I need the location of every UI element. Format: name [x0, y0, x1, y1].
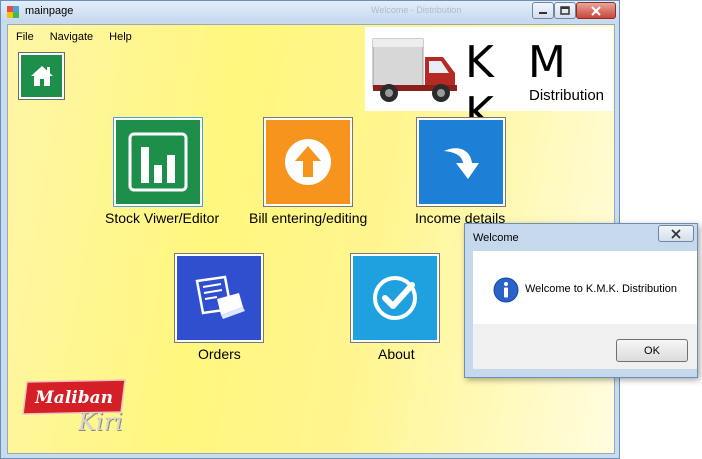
orders-label: Orders [198, 346, 241, 362]
welcome-dialog: Welcome Welcome to K.M.K. Distribution O… [464, 223, 698, 378]
orders-icon [195, 275, 245, 319]
dialog-title: Welcome [473, 232, 519, 244]
maliban-text: Maliban [34, 388, 113, 408]
close-button[interactable] [576, 2, 616, 19]
bar-chart-icon [128, 132, 188, 192]
title-bar[interactable]: mainpage Welcome - Distribution [1, 1, 619, 23]
minimize-icon [539, 11, 547, 14]
home-icon [30, 66, 53, 86]
menu-navigate[interactable]: Navigate [42, 27, 101, 47]
orders-tile[interactable] [174, 253, 264, 343]
company-logo: K M K Distribution [365, 27, 613, 139]
window-title: mainpage [25, 5, 74, 17]
logo-subtitle: Distribution [529, 87, 605, 104]
stock-viewer-tile[interactable] [113, 117, 203, 207]
bill-editing-tile[interactable] [263, 117, 353, 207]
close-icon [671, 228, 681, 239]
menu-file[interactable]: File [8, 27, 42, 47]
app-icon [7, 6, 19, 18]
stock-viewer-label: Stock Viwer/Editor [105, 210, 220, 226]
screen: mainpage Welcome - Distribution File Nav… [0, 0, 702, 459]
upload-arrow-icon [285, 139, 331, 185]
truck-icon [372, 38, 457, 102]
about-label: About [378, 346, 415, 362]
menu-bar: File Navigate Help [8, 27, 140, 47]
home-button[interactable] [18, 52, 65, 100]
maximize-icon [560, 6, 570, 15]
close-icon [591, 5, 601, 16]
maximize-button[interactable] [554, 2, 576, 19]
income-details-tile[interactable] [416, 117, 506, 207]
download-arrow-icon [444, 148, 479, 179]
ok-button[interactable]: OK [616, 339, 688, 362]
dialog-close-button[interactable] [658, 225, 694, 242]
minimize-button[interactable] [532, 2, 554, 19]
about-tile[interactable] [350, 253, 440, 343]
menu-help[interactable]: Help [101, 27, 140, 47]
dialog-footer: OK [473, 324, 697, 369]
kiri-logo-text: Kiri [78, 408, 123, 436]
dialog-body: Welcome to K.M.K. Distribution [473, 251, 697, 324]
background-window-title: Welcome - Distribution [371, 5, 462, 15]
dialog-message: Welcome to K.M.K. Distribution [525, 283, 678, 295]
info-icon [493, 277, 519, 303]
checkmark-icon [373, 276, 417, 320]
bill-editing-label: Bill entering/editing [249, 210, 368, 226]
